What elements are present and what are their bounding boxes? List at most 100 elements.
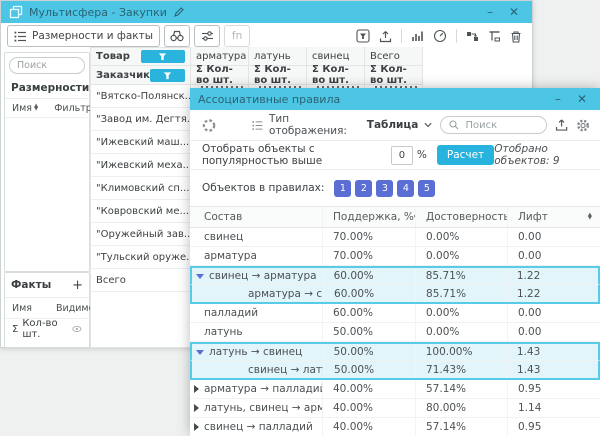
- pivot-measure-headers: Σ Кол-во шт.Σ Кол-во шт.Σ Кол-во шт.Σ Ко…: [191, 66, 423, 85]
- sort-name-control[interactable]: ▲▼: [34, 105, 38, 112]
- popularity-filter-row: Отобрать объекты с популярностью выше 0 …: [190, 141, 600, 170]
- rule-name: латунь → свинец: [192, 344, 323, 360]
- export-icon[interactable]: [379, 30, 392, 43]
- rules-table-row[interactable]: латунь, свинец → арматура40.00%80.00%1.1…: [190, 399, 600, 418]
- page-button-5[interactable]: 5: [418, 180, 435, 197]
- rule-lift: 1.43: [506, 344, 598, 360]
- pivot-row-label[interactable]: "Ковровский ме...: [91, 200, 190, 223]
- pivot-measure-header[interactable]: Σ Кол-во шт.: [365, 66, 423, 85]
- rules-table-row[interactable]: арматура70.00%0.00%0.00: [190, 247, 600, 266]
- rule-lift: 0.00: [507, 247, 600, 265]
- pivot-row-label[interactable]: "Оружейный зав...: [91, 223, 190, 246]
- dimensions-columns: Имя ▲▼ Фильтр ▲▼: [5, 99, 89, 118]
- pivot-row-label[interactable]: "Ижевский меха...: [91, 154, 190, 177]
- minimize-button[interactable]: –: [482, 2, 498, 22]
- main-toolbar: Размерности и факты fn: [1, 23, 532, 49]
- rules-header-2[interactable]: Достоверность,...▲▼: [415, 207, 507, 227]
- spinner-icon[interactable]: [202, 118, 216, 133]
- expand-caret-icon[interactable]: [194, 423, 199, 431]
- app-icon: [9, 5, 23, 19]
- pivot-row-label[interactable]: "Вятско-Полянск...: [91, 85, 190, 108]
- selected-objects-info: Отобрано объектов: 9: [494, 143, 588, 167]
- rule-confidence: 57.14%: [415, 418, 507, 436]
- histogram-icon[interactable]: [411, 30, 424, 42]
- pivot-measure-header[interactable]: Σ Кол-во шт.: [191, 66, 249, 85]
- rules-table-row[interactable]: латунь → свинец50.00%100.00%1.43: [190, 342, 600, 361]
- rule-support: 50.00%: [322, 323, 415, 341]
- pivot-row-label[interactable]: "Климовский сп...: [91, 177, 190, 200]
- rules-table-row[interactable]: арматура → свинец60.00%85.71%1.22: [190, 285, 600, 304]
- export-icon[interactable]: [555, 118, 568, 132]
- add-fact-button[interactable]: +: [72, 278, 83, 293]
- popularity-input[interactable]: 0: [391, 146, 413, 165]
- expand-caret-icon[interactable]: [194, 385, 199, 393]
- collapse-caret-icon[interactable]: [196, 350, 204, 355]
- close-button[interactable]: ✕: [504, 2, 524, 22]
- rule-name-label: латунь → свинец: [209, 346, 302, 358]
- calculate-button[interactable]: Расчет: [437, 145, 494, 165]
- merge-icon[interactable]: [466, 30, 479, 43]
- settings-sliders-button[interactable]: [194, 25, 220, 47]
- page-button-1[interactable]: 1: [334, 180, 351, 197]
- rules-header-0[interactable]: Состав: [190, 207, 322, 227]
- pivot-row-label[interactable]: Всего: [91, 269, 190, 292]
- rules-table-row[interactable]: арматура → палладий40.00%57.14%0.95: [190, 380, 600, 399]
- visibility-eye-icon[interactable]: [72, 325, 82, 333]
- rule-support: 70.00%: [322, 247, 415, 265]
- rule-name-label: свинец → палладий: [204, 421, 313, 433]
- sort-control[interactable]: ▲▼: [588, 214, 592, 221]
- rules-search-input[interactable]: Поиск: [440, 116, 546, 134]
- dialog-minimize-button[interactable]: –: [550, 89, 566, 109]
- page-button-2[interactable]: 2: [355, 180, 372, 197]
- rule-confidence: 57.14%: [415, 380, 507, 398]
- rule-support: 60.00%: [322, 304, 415, 322]
- rule-support: 40.00%: [322, 399, 415, 417]
- sliders-icon: [201, 30, 214, 42]
- filter-icon[interactable]: [356, 29, 370, 43]
- search-value-button[interactable]: [164, 25, 190, 47]
- main-titlebar: Мультисфера - Закупки – ✕: [1, 1, 532, 23]
- dialog-close-button[interactable]: ✕: [572, 89, 592, 109]
- pivot-col-dim-header[interactable]: Заказчик: [90, 66, 191, 85]
- rules-table-row[interactable]: свинец → арматура60.00%85.71%1.22: [190, 266, 600, 285]
- pivot-row-label[interactable]: "Завод им. Дегтя...: [91, 108, 190, 131]
- fact-item[interactable]: Σ Кол-во шт.: [5, 319, 89, 339]
- gear-icon[interactable]: [576, 118, 590, 133]
- dialog-title: Ассоциативные правила: [198, 93, 340, 106]
- dimensions-header: Размерности +: [5, 77, 89, 99]
- rule-name: свинец: [190, 228, 322, 246]
- pivot-row-dim-header[interactable]: Товар: [90, 47, 191, 66]
- rules-header-3[interactable]: Лифт▲▼: [507, 207, 600, 227]
- trash-icon[interactable]: [510, 30, 522, 43]
- rules-table-row[interactable]: свинец → латунь50.00%71.43%1.43: [190, 361, 600, 380]
- dimensions-facts-button[interactable]: Размерности и факты: [7, 25, 160, 47]
- rule-name-label: арматура → палладий: [204, 383, 322, 395]
- expand-caret-icon[interactable]: [194, 404, 199, 412]
- pivot-measure-header[interactable]: Σ Кол-во шт.: [307, 66, 365, 85]
- structure-icon[interactable]: [488, 30, 501, 43]
- association-rules-dialog: Ассоциативные правила – ✕ Тип отображени…: [190, 88, 600, 434]
- rules-table-row[interactable]: латунь50.00%0.00%0.00: [190, 323, 600, 342]
- facts-header: Факты +: [5, 273, 89, 298]
- pivot-row-label[interactable]: "Ижевский маш...: [91, 131, 190, 154]
- rule-lift: 0.95: [507, 380, 600, 398]
- rules-table-row[interactable]: свинец70.00%0.00%0.00: [190, 228, 600, 247]
- filter-icon[interactable]: [141, 50, 186, 63]
- sidebar-search-input[interactable]: Поиск: [9, 57, 85, 74]
- display-type-selector[interactable]: Тип отображения: Таблица: [252, 113, 432, 137]
- speedometer-icon[interactable]: [433, 29, 447, 43]
- fn-button[interactable]: fn: [224, 25, 250, 47]
- rules-header-1[interactable]: Поддержка, %▲▼: [322, 207, 415, 227]
- filter-icon[interactable]: [150, 69, 185, 82]
- page-button-4[interactable]: 4: [397, 180, 414, 197]
- rule-name: арматура: [190, 247, 322, 265]
- edit-icon[interactable]: [173, 6, 185, 18]
- rule-confidence: 0.00%: [415, 247, 507, 265]
- rules-table-row[interactable]: палладий60.00%0.00%0.00: [190, 304, 600, 323]
- collapse-caret-icon[interactable]: [196, 274, 204, 279]
- pivot-measure-header[interactable]: Σ Кол-во шт.: [249, 66, 307, 85]
- page-button-3[interactable]: 3: [376, 180, 393, 197]
- pivot-row-label[interactable]: "Тульский оруже...: [91, 246, 190, 269]
- rule-name-label: арматура → свинец: [248, 288, 323, 300]
- rules-table-row[interactable]: свинец → палладий40.00%57.14%0.95: [190, 418, 600, 436]
